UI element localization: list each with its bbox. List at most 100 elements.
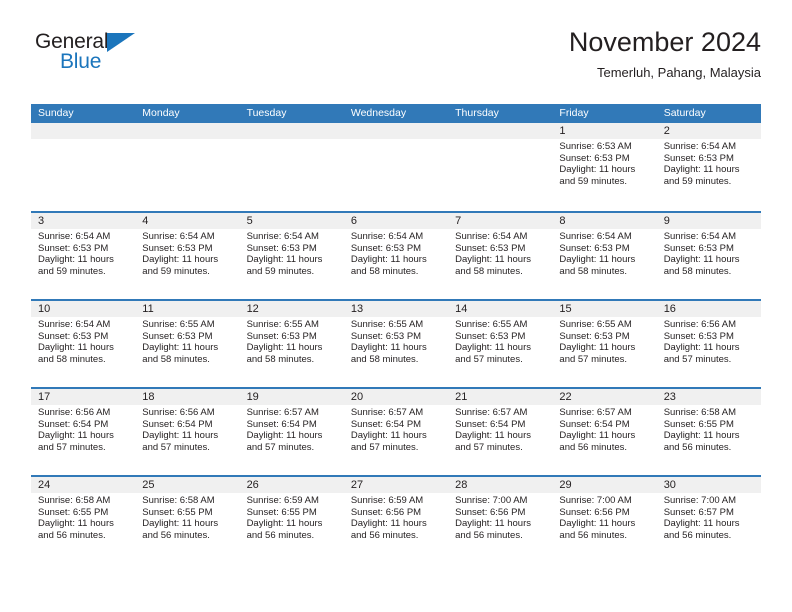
calendar-day-cell[interactable]: 18 Sunrise: 6:56 AM Sunset: 6:54 PM Dayligh… <box>135 389 239 475</box>
sunset-text: Sunset: 6:53 PM <box>663 242 734 254</box>
daylight-text: Daylight: 11 hours and 56 minutes. <box>663 518 740 541</box>
daylight-text: Daylight: 11 hours and 56 minutes. <box>246 518 323 541</box>
day-number: 20 <box>350 391 364 403</box>
weekday-header-tuesday: Tuesday <box>246 107 287 119</box>
day-number: 23 <box>663 391 676 403</box>
sunrise-text: Sunrise: 6:55 AM <box>246 319 319 330</box>
daylight-text: Daylight: 11 hours and 59 minutes. <box>663 164 740 187</box>
daylight-text: Daylight: 11 hours and 58 minutes. <box>350 342 427 365</box>
calendar-day-cell[interactable]: 12 Sunrise: 6:55 AM Sunset: 6:53 PM Dayligh… <box>240 301 344 387</box>
calendar-day-cell[interactable]: 21 Sunrise: 6:57 AM Sunset: 6:54 PM Dayligh… <box>448 389 552 475</box>
day-number: 7 <box>455 215 462 227</box>
calendar-day-cell[interactable]: 11 Sunrise: 6:55 AM Sunset: 6:53 PM Dayligh… <box>135 301 239 387</box>
calendar-day-cell[interactable]: 25 Sunrise: 6:58 AM Sunset: 6:55 PM Dayligh… <box>135 477 239 563</box>
sunrise-text: Sunrise: 6:54 AM <box>663 141 737 152</box>
day-number: 26 <box>246 479 259 491</box>
day-number: 27 <box>350 479 364 491</box>
day-details: Sunrise: 6:54 AM Sunset: 6:53 PM Daylight:… <box>38 319 129 365</box>
day-details: Sunrise: 6:55 AM Sunset: 6:53 PM Daylight:… <box>247 319 338 365</box>
day-details: Sunrise: 6:58 AM Sunset: 6:55 PM Daylight:… <box>142 495 233 541</box>
daylight-text: Daylight: 11 hours and 57 minutes. <box>455 342 531 365</box>
sunrise-text: Sunrise: 6:55 AM <box>350 319 424 330</box>
daylight-text: Daylight: 11 hours and 58 minutes. <box>350 254 427 277</box>
calendar-day-cell[interactable]: 26 Sunrise: 6:59 AM Sunset: 6:55 PM Dayligh… <box>240 477 344 563</box>
calendar-day-cell[interactable]: 6 Sunrise: 6:54 AM Sunset: 6:53 PM Daylight… <box>344 213 448 299</box>
daylight-text: Daylight: 11 hours and 59 minutes. <box>142 254 219 277</box>
sunrise-text: Sunrise: 6:57 AM <box>246 407 319 418</box>
page-subtitle: Temerluh, Pahang, Malaysia <box>596 65 761 80</box>
day-number: 30 <box>663 479 676 491</box>
sunset-text: Sunset: 6:53 PM <box>559 152 630 164</box>
daylight-text: Daylight: 11 hours and 59 minutes. <box>559 164 636 187</box>
calendar-day-cell[interactable]: 1 Sunrise: 6:53 AM Sunset: 6:53 PM Daylight… <box>552 123 656 211</box>
daylight-text: Daylight: 11 hours and 57 minutes. <box>350 430 427 453</box>
calendar-day-cell[interactable]: 16 Sunrise: 6:56 AM Sunset: 6:53 PM Dayligh… <box>657 301 761 387</box>
day-number: 24 <box>38 479 51 491</box>
calendar-day-cell[interactable]: 24 Sunrise: 6:58 AM Sunset: 6:55 PM Dayligh… <box>31 477 135 563</box>
day-details: Sunrise: 6:54 AM Sunset: 6:53 PM Daylight:… <box>142 231 233 277</box>
logo-text-blue: Blue <box>60 50 102 73</box>
sunset-text: Sunset: 6:53 PM <box>142 330 213 342</box>
daylight-text: Daylight: 11 hours and 56 minutes. <box>350 518 427 541</box>
calendar-day-cell[interactable]: 22 Sunrise: 6:57 AM Sunset: 6:54 PM Dayligh… <box>552 389 656 475</box>
sunrise-text: Sunrise: 7:00 AM <box>559 495 632 506</box>
daylight-text: Daylight: 11 hours and 56 minutes. <box>559 518 636 541</box>
sunset-text: Sunset: 6:53 PM <box>559 242 630 254</box>
calendar-day-cell[interactable]: 14 Sunrise: 6:55 AM Sunset: 6:53 PM Dayligh… <box>448 301 552 387</box>
calendar-day-cell[interactable]: 17 Sunrise: 6:56 AM Sunset: 6:54 PM Dayligh… <box>31 389 135 475</box>
daylight-text: Daylight: 11 hours and 56 minutes. <box>663 430 740 453</box>
calendar-day-cell[interactable]: 30 Sunrise: 7:00 AM Sunset: 6:57 PM Dayligh… <box>657 477 761 563</box>
sunset-text: Sunset: 6:53 PM <box>246 242 317 254</box>
day-details: Sunrise: 6:54 AM Sunset: 6:53 PM Daylight:… <box>559 231 650 277</box>
day-details: Sunrise: 6:54 AM Sunset: 6:53 PM Daylight:… <box>664 231 755 277</box>
calendar-day-cell[interactable]: 7 Sunrise: 6:54 AM Sunset: 6:53 PM Daylight… <box>448 213 552 299</box>
sunset-text: Sunset: 6:57 PM <box>663 506 734 518</box>
sunset-text: Sunset: 6:55 PM <box>142 506 213 518</box>
sunset-text: Sunset: 6:54 PM <box>559 418 630 430</box>
calendar-day-cell[interactable]: 20 Sunrise: 6:57 AM Sunset: 6:54 PM Dayligh… <box>344 389 448 475</box>
calendar-day-cell[interactable]: 28 Sunrise: 7:00 AM Sunset: 6:56 PM Dayligh… <box>448 477 552 563</box>
day-number: 29 <box>559 479 572 491</box>
daylight-text: Daylight: 11 hours and 57 minutes. <box>142 430 219 453</box>
daylight-text: Daylight: 11 hours and 58 minutes. <box>455 254 531 277</box>
weekday-header-saturday: Saturday <box>663 107 706 119</box>
sunset-text: Sunset: 6:53 PM <box>350 242 422 254</box>
calendar-day-cell[interactable]: 15 Sunrise: 6:55 AM Sunset: 6:53 PM Dayligh… <box>552 301 656 387</box>
calendar-week-row: 3 Sunrise: 6:54 AM Sunset: 6:53 PM Daylight… <box>31 211 761 299</box>
sunset-text: Sunset: 6:53 PM <box>38 242 109 254</box>
sunset-text: Sunset: 6:53 PM <box>350 330 422 342</box>
calendar-day-cell[interactable]: 23 Sunrise: 6:58 AM Sunset: 6:55 PM Dayligh… <box>657 389 761 475</box>
sunset-text: Sunset: 6:55 PM <box>663 418 734 430</box>
sunrise-text: Sunrise: 7:00 AM <box>455 495 528 506</box>
day-details: Sunrise: 6:54 AM Sunset: 6:53 PM Daylight:… <box>38 231 129 277</box>
calendar-day-cell[interactable]: 2 Sunrise: 6:54 AM Sunset: 6:53 PM Daylight… <box>657 123 761 211</box>
daylight-text: Daylight: 11 hours and 56 minutes. <box>38 518 114 541</box>
sunrise-text: Sunrise: 6:54 AM <box>246 231 319 242</box>
weekday-header-wednesday: Wednesday <box>350 107 407 119</box>
sunset-text: Sunset: 6:53 PM <box>455 242 526 254</box>
day-number: 8 <box>559 215 566 227</box>
day-number: 6 <box>350 215 357 227</box>
sunset-text: Sunset: 6:53 PM <box>38 330 109 342</box>
weekday-header-sunday: Sunday <box>38 107 74 119</box>
weekday-header-monday: Monday <box>142 107 180 119</box>
calendar-cell-empty <box>135 123 239 211</box>
calendar-day-cell[interactable]: 27 Sunrise: 6:59 AM Sunset: 6:56 PM Dayligh… <box>344 477 448 563</box>
sunrise-text: Sunrise: 6:57 AM <box>455 407 528 418</box>
week-cells: 10 Sunrise: 6:54 AM Sunset: 6:53 PM Dayligh… <box>31 301 761 387</box>
calendar-day-cell[interactable]: 9 Sunrise: 6:54 AM Sunset: 6:53 PM Daylight… <box>657 213 761 299</box>
week-cells: 17 Sunrise: 6:56 AM Sunset: 6:54 PM Dayligh… <box>31 389 761 475</box>
calendar-day-cell[interactable]: 13 Sunrise: 6:55 AM Sunset: 6:53 PM Dayligh… <box>344 301 448 387</box>
calendar-day-cell[interactable]: 10 Sunrise: 6:54 AM Sunset: 6:53 PM Dayligh… <box>31 301 135 387</box>
calendar-day-cell[interactable]: 29 Sunrise: 7:00 AM Sunset: 6:56 PM Dayligh… <box>552 477 656 563</box>
calendar-day-cell[interactable]: 4 Sunrise: 6:54 AM Sunset: 6:53 PM Daylight… <box>135 213 239 299</box>
day-details: Sunrise: 6:57 AM Sunset: 6:54 PM Daylight:… <box>247 407 338 453</box>
sunset-text: Sunset: 6:56 PM <box>350 506 422 518</box>
calendar-day-cell[interactable]: 8 Sunrise: 6:54 AM Sunset: 6:53 PM Daylight… <box>552 213 656 299</box>
day-details: Sunrise: 6:55 AM Sunset: 6:53 PM Daylight:… <box>455 319 546 365</box>
calendar-day-cell[interactable]: 19 Sunrise: 6:57 AM Sunset: 6:54 PM Dayligh… <box>240 389 344 475</box>
sunset-text: Sunset: 6:54 PM <box>142 418 213 430</box>
calendar-day-cell[interactable]: 5 Sunrise: 6:54 AM Sunset: 6:53 PM Daylight… <box>240 213 344 299</box>
calendar-day-cell[interactable]: 3 Sunrise: 6:54 AM Sunset: 6:53 PM Daylight… <box>31 213 135 299</box>
day-number: 9 <box>663 215 670 227</box>
